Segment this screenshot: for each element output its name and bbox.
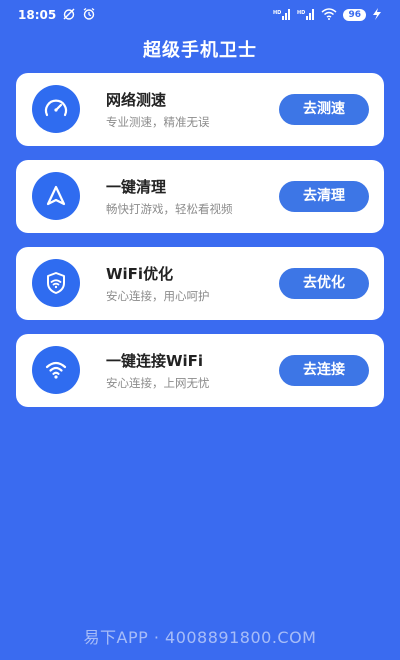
alarm-clock-icon [82,7,96,24]
signal-icon-2: HD [297,8,315,23]
navigation-arrow-icon [32,172,80,220]
wifi-status-icon [321,7,337,23]
status-left: 18:05 [18,7,96,24]
card-wifi-connect[interactable]: 一键连接WiFi 安心连接，上网无忧 去连接 [16,334,384,407]
clean-button[interactable]: 去清理 [279,181,369,212]
feature-list: 网络测速 专业测速，精准无误 去测速 一键清理 畅快打游戏，轻松看视频 去清理 … [16,73,384,421]
battery-indicator: 96 [343,9,366,21]
signal-icon: HD [273,8,291,23]
card-wifi-optimize[interactable]: WiFi优化 安心连接，用心呵护 去优化 [16,247,384,320]
card-text: 一键清理 畅快打游戏，轻松看视频 [106,177,233,217]
connect-button[interactable]: 去连接 [279,355,369,386]
alarm-off-icon [62,7,76,24]
card-clean[interactable]: 一键清理 畅快打游戏，轻松看视频 去清理 [16,160,384,233]
card-subtitle: 专业测速，精准无误 [106,115,210,129]
status-right: HD HD 96 [273,7,382,23]
wifi-icon [32,346,80,394]
card-text: 一键连接WiFi 安心连接，上网无忧 [106,351,210,391]
speedometer-icon [32,85,80,133]
card-speed-test[interactable]: 网络测速 专业测速，精准无误 去测速 [16,73,384,146]
status-bar: 18:05 HD HD 96 [0,0,400,30]
status-time: 18:05 [18,8,57,22]
card-text: WiFi优化 安心连接，用心呵护 [106,264,210,304]
page-title: 超级手机卫士 [143,40,257,61]
watermark: 易下APP · 4008891800.COM [83,628,317,647]
svg-text:HD: HD [273,10,281,16]
card-subtitle: 畅快打游戏，轻松看视频 [106,202,233,216]
card-text: 网络测速 专业测速，精准无误 [106,90,210,130]
charging-icon [372,7,382,23]
card-subtitle: 安心连接，上网无忧 [106,376,210,390]
card-title: 一键清理 [106,178,167,196]
speed-test-button[interactable]: 去测速 [279,94,369,125]
svg-text:HD: HD [297,10,305,16]
card-title: 一键连接WiFi [106,352,204,370]
card-title: 网络测速 [106,91,167,109]
card-subtitle: 安心连接，用心呵护 [106,289,210,303]
shield-wifi-icon [32,259,80,307]
card-title: WiFi优化 [106,265,174,283]
optimize-button[interactable]: 去优化 [279,268,369,299]
